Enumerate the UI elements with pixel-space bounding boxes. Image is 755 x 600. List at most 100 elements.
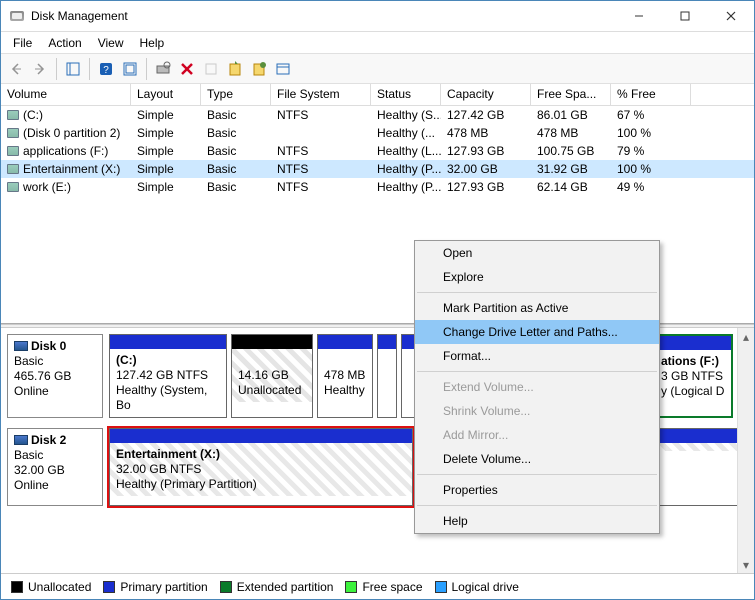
scroll-up-icon[interactable]: ▴ (738, 328, 754, 345)
partition[interactable]: 478 MB Healthy (317, 334, 373, 418)
disk-status: Online (14, 478, 49, 492)
col-type[interactable]: Type (201, 84, 271, 105)
action2-button[interactable] (224, 58, 246, 80)
cell: Healthy (... (371, 125, 441, 141)
partition-logical[interactable]: ations (F:) 3 GB NTFS y (Logical D (653, 334, 733, 418)
scroll-down-icon[interactable]: ▾ (738, 556, 754, 573)
maximize-button[interactable] (662, 1, 708, 31)
partition-stripe-primary (378, 335, 396, 349)
vertical-scrollbar[interactable]: ▴ ▾ (737, 328, 754, 573)
disk-header[interactable]: Disk 0 Basic 465.76 GB Online (7, 334, 103, 418)
cell (271, 132, 371, 134)
legend-logical: Logical drive (435, 580, 519, 594)
ctx-open[interactable]: Open (415, 241, 659, 265)
col-status[interactable]: Status (371, 84, 441, 105)
partition-size: 32.00 GB NTFS (116, 462, 201, 476)
partition-title: (C:) (116, 353, 137, 367)
partition[interactable]: (C:) 127.42 GB NTFS Healthy (System, Bo (109, 334, 227, 418)
refresh-button[interactable] (119, 58, 141, 80)
cell: 100.75 GB (531, 143, 611, 159)
ctx-separator (417, 292, 657, 293)
cell: 478 MB (531, 125, 611, 141)
show-tree-button[interactable] (62, 58, 84, 80)
back-button[interactable] (5, 58, 27, 80)
cell: 100 % (611, 161, 691, 177)
ctx-delete-volume[interactable]: Delete Volume... (415, 447, 659, 471)
ctx-change-drive-letter[interactable]: Change Drive Letter and Paths... (415, 320, 659, 344)
ctx-extend-volume[interactable]: Extend Volume... (415, 375, 659, 399)
window-titlebar: Disk Management (1, 1, 754, 32)
app-icon (9, 8, 25, 24)
menu-action[interactable]: Action (40, 34, 89, 52)
ctx-properties[interactable]: Properties (415, 478, 659, 502)
volume-list-header: Volume Layout Type File System Status Ca… (1, 84, 754, 106)
cell: Healthy (L... (371, 143, 441, 159)
partition-stripe-unallocated (232, 335, 312, 349)
partition-stripe-logical (655, 336, 731, 350)
ctx-help[interactable]: Help (415, 509, 659, 533)
menu-file[interactable]: File (5, 34, 40, 52)
partition-unallocated[interactable]: 14.16 GB Unallocated (231, 334, 313, 418)
context-menu: Open Explore Mark Partition as Active Ch… (414, 240, 660, 534)
volume-row[interactable]: (C:) Simple Basic NTFS Healthy (S... 127… (1, 106, 754, 124)
disk-name: Disk 0 (31, 339, 66, 353)
ctx-shrink-volume[interactable]: Shrink Volume... (415, 399, 659, 423)
menu-help[interactable]: Help (132, 34, 173, 52)
forward-button[interactable] (29, 58, 51, 80)
minimize-button[interactable] (616, 1, 662, 31)
partition[interactable] (377, 334, 397, 418)
volume-row[interactable]: Entertainment (X:) Simple Basic NTFS Hea… (1, 160, 754, 178)
window-title: Disk Management (31, 9, 616, 23)
partition-title: Entertainment (X:) (116, 447, 220, 461)
volume-row[interactable]: applications (F:) Simple Basic NTFS Heal… (1, 142, 754, 160)
cell: applications (F:) (23, 144, 108, 158)
volume-row[interactable]: (Disk 0 partition 2) Simple Basic Health… (1, 124, 754, 142)
cell: Simple (131, 161, 201, 177)
help-icon[interactable]: ? (95, 58, 117, 80)
disk-header[interactable]: Disk 2 Basic 32.00 GB Online (7, 428, 103, 506)
partition-status: Healthy (System, Bo (116, 383, 207, 412)
cell: NTFS (271, 161, 371, 177)
properties-icon[interactable] (272, 58, 294, 80)
legend: Unallocated Primary partition Extended p… (1, 573, 754, 599)
partition-status: Healthy (324, 383, 365, 397)
col-capacity[interactable]: Capacity (441, 84, 531, 105)
col-volume[interactable]: Volume (1, 84, 131, 105)
ctx-separator (417, 371, 657, 372)
cell: Entertainment (X:) (23, 162, 120, 176)
cell: Healthy (P... (371, 179, 441, 195)
cell: (Disk 0 partition 2) (23, 126, 120, 140)
ctx-separator (417, 474, 657, 475)
cell: 49 % (611, 179, 691, 195)
col-free[interactable]: Free Spa... (531, 84, 611, 105)
partition-status: Healthy (Primary Partition) (116, 477, 257, 491)
cell: Basic (201, 161, 271, 177)
ctx-mark-active[interactable]: Mark Partition as Active (415, 296, 659, 320)
action3-button[interactable] (248, 58, 270, 80)
close-button[interactable] (708, 1, 754, 31)
disk-size: 465.76 GB (14, 369, 71, 383)
ctx-explore[interactable]: Explore (415, 265, 659, 289)
cell: 32.00 GB (441, 161, 531, 177)
cell: Simple (131, 125, 201, 141)
partition-selected[interactable]: Entertainment (X:) 32.00 GB NTFS Healthy… (109, 428, 413, 506)
rescan-disks-button[interactable] (152, 58, 174, 80)
col-pctfree[interactable]: % Free (611, 84, 691, 105)
delete-icon[interactable] (176, 58, 198, 80)
menu-view[interactable]: View (90, 34, 132, 52)
col-filesystem[interactable]: File System (271, 84, 371, 105)
cell: NTFS (271, 179, 371, 195)
volume-row[interactable]: work (E:) Simple Basic NTFS Healthy (P..… (1, 178, 754, 196)
ctx-add-mirror[interactable]: Add Mirror... (415, 423, 659, 447)
partition-stripe-primary (318, 335, 372, 349)
volume-icon (7, 146, 19, 156)
action1-button[interactable] (200, 58, 222, 80)
volume-icon (7, 182, 19, 192)
cell: 79 % (611, 143, 691, 159)
col-layout[interactable]: Layout (131, 84, 201, 105)
cell: 100 % (611, 125, 691, 141)
ctx-format[interactable]: Format... (415, 344, 659, 368)
cell: 127.42 GB (441, 107, 531, 123)
legend-free: Free space (345, 580, 422, 594)
partition-stripe-primary (110, 335, 226, 349)
